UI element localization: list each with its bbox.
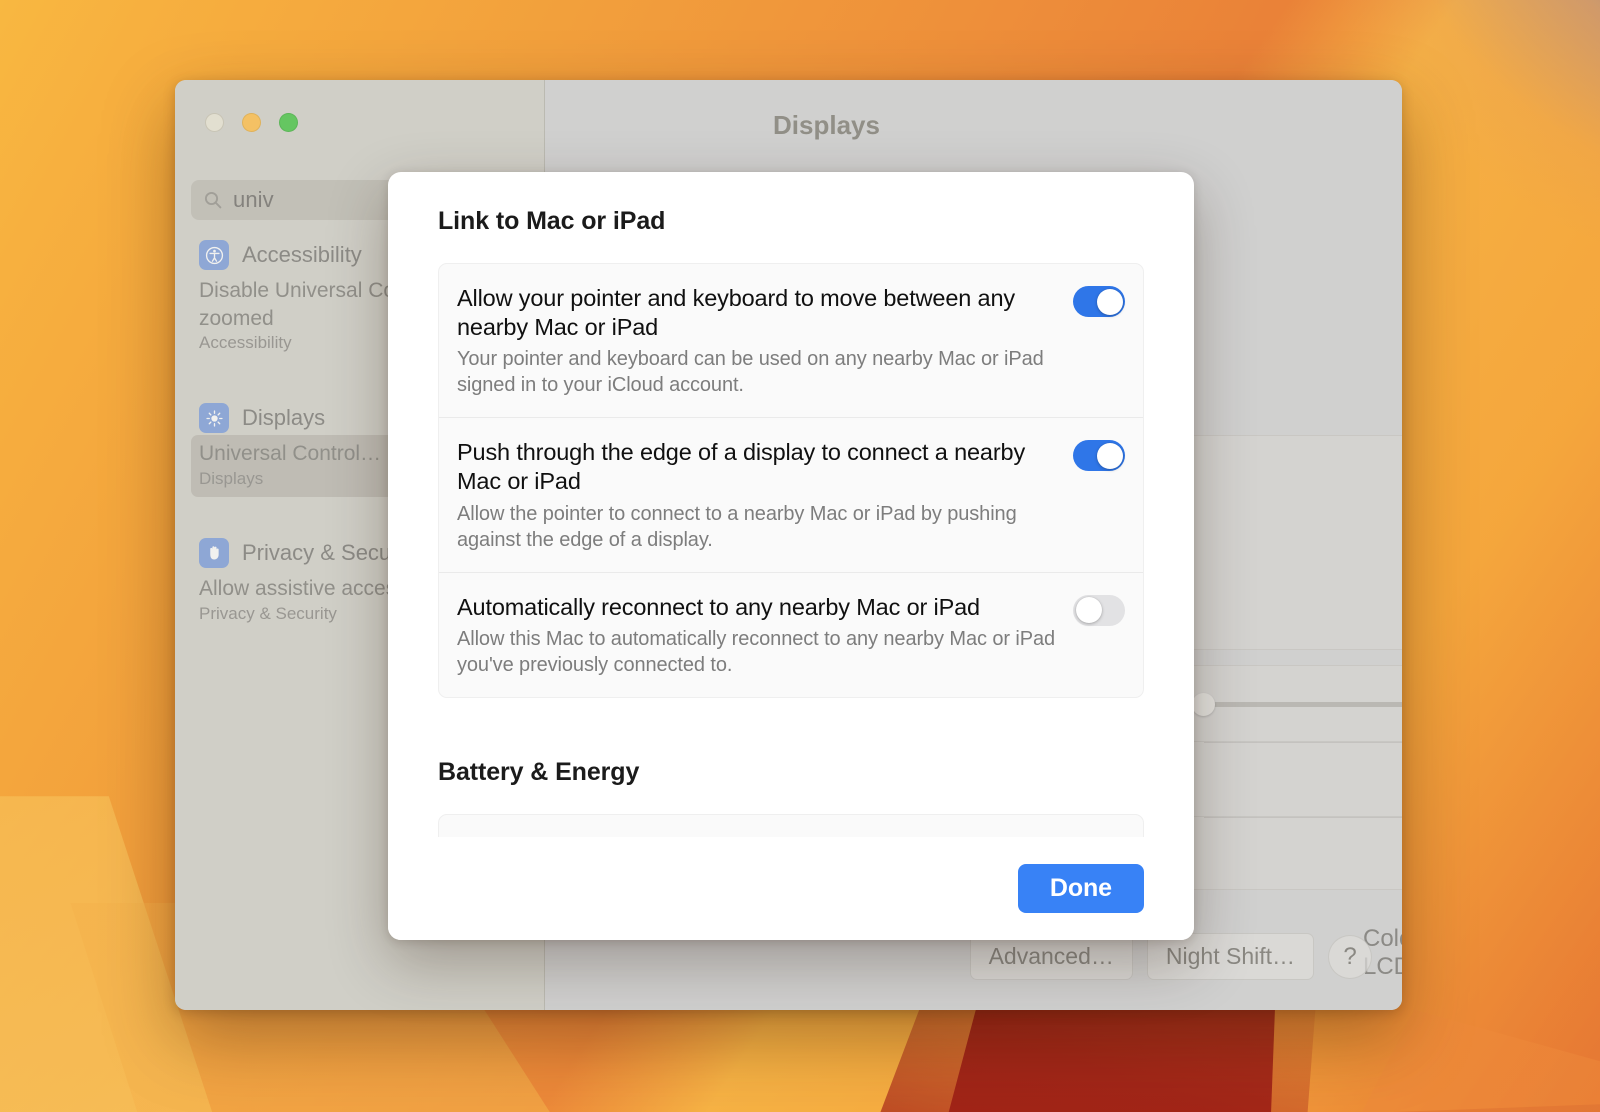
result-group-label: Accessibility xyxy=(242,242,362,268)
toggle-auto-reconnect[interactable] xyxy=(1073,595,1125,626)
brightness-row[interactable] xyxy=(1186,666,1402,741)
pref-title: Allow your pointer and keyboard to move … xyxy=(457,284,1057,341)
search-input-value[interactable]: univ xyxy=(233,187,274,213)
night-shift-button[interactable]: Night Shift… xyxy=(1147,933,1314,980)
sheet-footer: Done xyxy=(388,837,1194,940)
brightness-icon xyxy=(199,403,229,433)
done-button[interactable]: Done xyxy=(1018,864,1144,913)
pref-description: Allow the pointer to connect to a nearby… xyxy=(457,501,1057,553)
privacy-hand-icon xyxy=(199,538,229,568)
window-bottom-buttons: Advanced… Night Shift… ? xyxy=(970,933,1372,980)
section-heading-battery-energy: Battery & Energy xyxy=(438,758,1144,787)
toggle-push-through-edge[interactable] xyxy=(1073,440,1125,471)
display-toggle-row-1[interactable] xyxy=(1186,741,1402,816)
pref-row-dim-on-battery[interactable]: Slightly dim the display on battery xyxy=(439,815,1143,837)
pref-row-allow-pointer[interactable]: Allow your pointer and keyboard to move … xyxy=(439,264,1143,417)
display-resolution-card[interactable]: More Space xyxy=(1185,435,1402,650)
section-heading-link-to-mac: Link to Mac or iPad xyxy=(438,207,1144,236)
page-title: Displays xyxy=(773,110,880,141)
pref-title: Automatically reconnect to any nearby Ma… xyxy=(457,593,1057,622)
toggle-knob xyxy=(1076,597,1102,623)
pref-title: Slightly dim the display on battery xyxy=(457,835,1057,837)
toggle-knob xyxy=(1097,443,1123,469)
advanced-button[interactable]: Advanced… xyxy=(970,933,1133,980)
toggle-allow-pointer[interactable] xyxy=(1073,286,1125,317)
battery-energy-group: Slightly dim the display on battery Prev… xyxy=(438,814,1144,837)
pref-text: Automatically reconnect to any nearby Ma… xyxy=(457,593,1057,679)
window-controls[interactable] xyxy=(205,113,298,132)
brightness-settings-card[interactable]: different xyxy=(1185,665,1402,890)
pref-text: Slightly dim the display on battery xyxy=(457,835,1057,837)
minimise-button[interactable] xyxy=(242,113,261,132)
brightness-slider[interactable] xyxy=(1204,702,1402,707)
result-group-label: Displays xyxy=(242,405,325,431)
universal-control-sheet[interactable]: Link to Mac or iPad Allow your pointer a… xyxy=(388,172,1194,940)
toggle-knob xyxy=(1097,289,1123,315)
help-button[interactable]: ? xyxy=(1328,935,1372,979)
pref-description: Allow this Mac to automatically reconnec… xyxy=(457,626,1057,678)
pref-title: Push through the edge of a display to co… xyxy=(457,438,1057,495)
pref-description: Your pointer and keyboard can be used on… xyxy=(457,346,1057,398)
display-toggle-row-2[interactable] xyxy=(1186,816,1402,891)
pref-text: Push through the edge of a display to co… xyxy=(457,438,1057,552)
link-to-mac-group: Allow your pointer and keyboard to move … xyxy=(438,263,1144,698)
pref-row-auto-reconnect[interactable]: Automatically reconnect to any nearby Ma… xyxy=(439,572,1143,698)
search-icon xyxy=(203,190,223,210)
sheet-scroll-area[interactable]: Link to Mac or iPad Allow your pointer a… xyxy=(388,172,1194,837)
pref-row-push-through-edge[interactable]: Push through the edge of a display to co… xyxy=(439,417,1143,571)
pref-text: Allow your pointer and keyboard to move … xyxy=(457,284,1057,398)
close-button[interactable] xyxy=(205,113,224,132)
accessibility-icon xyxy=(199,240,229,270)
brightness-slider-knob[interactable] xyxy=(1192,693,1215,716)
zoom-button[interactable] xyxy=(279,113,298,132)
